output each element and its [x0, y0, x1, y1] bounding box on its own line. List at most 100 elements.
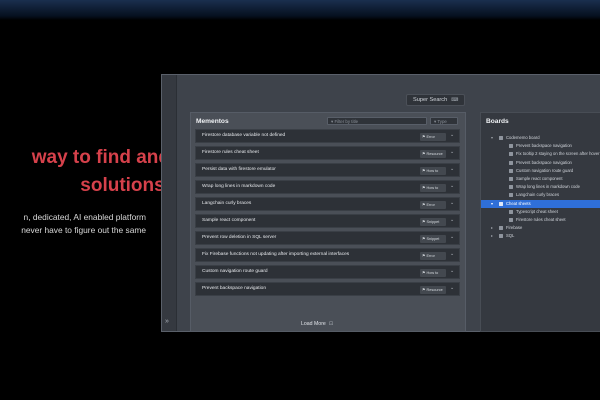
memento-type-label: Error	[426, 203, 435, 207]
mementos-title: Mementos	[196, 118, 229, 125]
tree-item[interactable]: Fix tooltip 2 staying on the screen afte…	[481, 150, 600, 158]
load-more-button[interactable]: Load More ⊡	[301, 321, 333, 327]
tree-item[interactable]: Firestore rules cheat sheet	[481, 216, 600, 224]
memento-row[interactable]: Persist data with firestore emulator ⚑ Ho…	[195, 163, 460, 177]
chevron-down-icon[interactable]: ▾	[491, 200, 493, 208]
memento-row[interactable]: Fix Firebase functions not updating afte…	[195, 248, 460, 262]
memento-title: Wrap long lines in markdown code	[202, 184, 276, 189]
memento-type-badge: ⚑ How to	[420, 184, 446, 192]
chevron-down-icon[interactable]: ⌄	[450, 166, 454, 172]
super-search-label: Super Search	[413, 97, 448, 103]
note-icon	[509, 176, 513, 181]
tree-label: Wrap long lines in markdown code	[516, 184, 580, 190]
tree-item[interactable]: Langchain curly braces	[481, 191, 600, 199]
memento-title: Prevent backspace navigation	[202, 286, 266, 291]
chevron-right-icon[interactable]: ▸	[491, 224, 493, 232]
tree-item[interactable]: Wrap long lines in markdown code	[481, 183, 600, 191]
memento-title: Persist data with firestore emulator	[202, 167, 276, 172]
memento-row[interactable]: Wrap long lines in markdown code ⚑ How to…	[195, 180, 460, 194]
tree-label: Custom navigation route guard	[516, 167, 574, 173]
memento-title: Sample react component	[202, 218, 256, 223]
hero-heading: way to find and solutions.	[0, 144, 170, 200]
mementos-list: Firestore database variable not defined ⚑…	[195, 129, 460, 299]
folder-icon	[499, 226, 503, 231]
tree-item[interactable]: Prevent backspace navigation	[481, 159, 600, 167]
hero-subtitle-line-2: never have to figure out the same	[21, 225, 146, 235]
memento-type-badge: ⚑ Error	[420, 252, 446, 260]
hero-heading-line-2: solutions.	[80, 175, 170, 196]
chevron-down-icon[interactable]: ⌄	[450, 251, 454, 257]
type-select[interactable]: ▾ Type	[430, 117, 458, 125]
tree-label: Cheat sheets	[506, 200, 531, 206]
folder-icon	[499, 201, 503, 206]
memento-type-badge: ⚑ Resource	[420, 150, 446, 158]
folder-icon	[499, 136, 503, 140]
tree-label: Firestore rules cheat sheet	[516, 216, 566, 222]
tree-item[interactable]: Typescript cheat sheet	[481, 208, 600, 216]
folder-icon	[499, 234, 503, 239]
load-more-label: Load More	[301, 321, 326, 327]
memento-row[interactable]: Custom navigation route guard ⚑ How to ⌄	[195, 265, 460, 279]
boards-panel: Boards ▾ Codememo board Prevent backspace …	[480, 112, 600, 332]
memento-type-label: Resource	[426, 288, 443, 292]
left-sidebar-strip: »	[162, 75, 177, 331]
memento-row[interactable]: Langchain curly braces ⚑ Error ⌄	[195, 197, 460, 211]
tree-folder[interactable]: ▾ Cheat sheets	[481, 199, 600, 208]
tree-label: Typescript cheat sheet	[516, 208, 558, 214]
chevron-down-icon[interactable]: ⌄	[450, 200, 454, 206]
tree-label: Fix tooltip 2 staying on the screen afte…	[516, 151, 600, 157]
keyboard-icon: ⌨	[451, 97, 459, 103]
hero-subtitle-line-1: n, dedicated, AI enabled platform	[23, 212, 146, 222]
tree-folder[interactable]: ▸ Firebase	[481, 224, 600, 232]
type-label: Type	[437, 119, 447, 124]
chevron-down-icon[interactable]: ⌄	[450, 217, 454, 223]
memento-title: Fix Firebase functions not updating afte…	[202, 252, 350, 257]
chevron-down-icon[interactable]: ⌄	[450, 268, 454, 274]
hero-heading-line-1: way to find and	[31, 147, 170, 168]
tree-label: Langchain curly braces	[516, 192, 560, 198]
memento-title: Prevent row deletion in SQL server	[202, 235, 277, 240]
memento-type-badge: ⚑ How to	[420, 167, 446, 175]
chevron-down-icon[interactable]: ⌄	[450, 285, 454, 291]
chevron-down-icon[interactable]: ⌄	[450, 132, 454, 138]
memento-row[interactable]: Prevent backspace navigation ⚑ Resource ⌄	[195, 282, 460, 296]
memento-title: Custom navigation route guard	[202, 269, 268, 274]
memento-type-badge: ⚑ Resource	[420, 286, 446, 294]
chevron-down-icon[interactable]: ⌄	[450, 183, 454, 189]
memento-type-label: How to	[426, 169, 439, 173]
note-icon	[509, 160, 513, 165]
chevron-down-icon[interactable]: ⌄	[450, 234, 454, 240]
super-search-button[interactable]: Super Search ⌨	[406, 94, 466, 106]
mementos-panel: Mementos ▾ Filter by title ▾ Type Firest…	[190, 112, 466, 332]
chevron-down-icon[interactable]: ⌄	[450, 149, 454, 155]
memento-row[interactable]: Firestore database variable not defined ⚑…	[195, 129, 460, 143]
tree-label: Sample react component	[516, 175, 563, 181]
chevron-right-icon[interactable]: ▸	[491, 232, 493, 240]
memento-row[interactable]: Prevent row deletion in SQL server ⚑ Snip…	[195, 231, 460, 245]
memento-row[interactable]: Firestore rules cheat sheet ⚑ Resource ⌄	[195, 146, 460, 160]
refresh-icon: ⊡	[328, 321, 334, 327]
boards-tree: ▾ Codememo board Prevent backspace navigat…	[481, 134, 600, 240]
memento-title: Langchain curly braces	[202, 201, 252, 206]
memento-type-badge: ⚑ Snippet	[420, 218, 446, 226]
note-icon	[509, 144, 513, 149]
memento-row[interactable]: Sample react component ⚑ Snippet ⌄	[195, 214, 460, 228]
note-icon	[509, 185, 513, 190]
tree-item[interactable]: Custom navigation route guard	[481, 167, 600, 175]
chevron-down-icon[interactable]: ▾	[491, 134, 493, 142]
expand-sidebar-icon[interactable]: »	[165, 318, 169, 325]
tree-item[interactable]: Prevent backspace navigation	[481, 142, 600, 150]
hero-subtitle: n, dedicated, AI enabled platform never …	[0, 211, 146, 237]
memento-type-label: How to	[426, 271, 439, 275]
filter-placeholder: Filter by title	[334, 119, 359, 124]
tree-item[interactable]: Sample react component	[481, 175, 600, 183]
memento-type-label: Error	[426, 135, 435, 139]
tree-folder[interactable]: ▸ SQL	[481, 232, 600, 240]
tree-label: Firebase	[506, 225, 523, 231]
filter-input[interactable]: ▾ Filter by title	[327, 117, 427, 125]
tree-label: Prevent backspace navigation	[516, 143, 572, 149]
memento-type-label: Resource	[426, 152, 443, 156]
note-icon	[509, 152, 513, 157]
tree-folder[interactable]: ▾ Codememo board	[481, 134, 600, 142]
memento-type-badge: ⚑ How to	[420, 269, 446, 277]
